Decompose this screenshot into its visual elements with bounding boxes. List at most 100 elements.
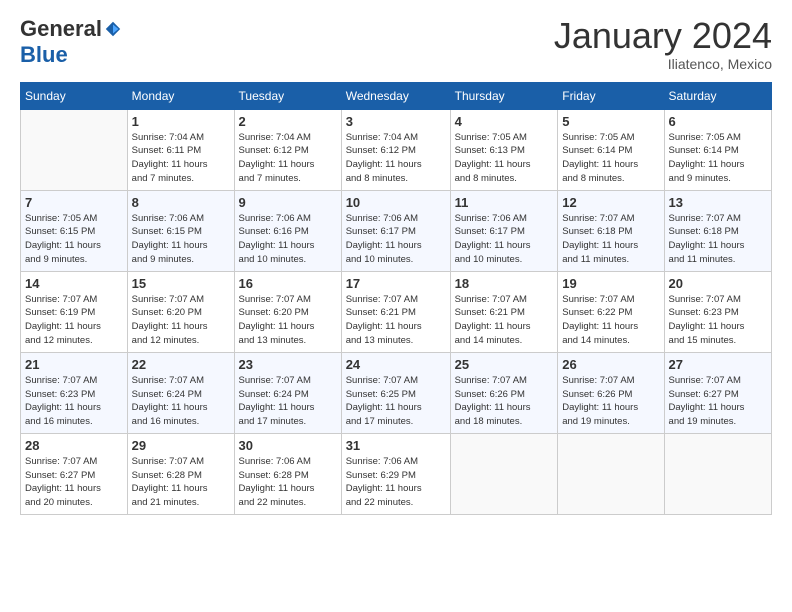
week-row-0: 1 Sunrise: 7:04 AM Sunset: 6:11 PM Daylig… — [21, 109, 772, 190]
day-info: Sunrise: 7:07 AM Sunset: 6:20 PM Dayligh… — [132, 293, 230, 348]
day-number: 28 — [25, 438, 123, 453]
day-info: Sunrise: 7:07 AM Sunset: 6:19 PM Dayligh… — [25, 293, 123, 348]
day-number: 4 — [455, 114, 554, 129]
day-info: Sunrise: 7:06 AM Sunset: 6:28 PM Dayligh… — [239, 455, 337, 510]
day-number: 8 — [132, 195, 230, 210]
day-cell: 4 Sunrise: 7:05 AM Sunset: 6:13 PM Daylig… — [450, 109, 558, 190]
day-info: Sunrise: 7:06 AM Sunset: 6:17 PM Dayligh… — [455, 212, 554, 267]
day-cell: 2 Sunrise: 7:04 AM Sunset: 6:12 PM Daylig… — [234, 109, 341, 190]
day-info: Sunrise: 7:04 AM Sunset: 6:12 PM Dayligh… — [239, 131, 337, 186]
day-info: Sunrise: 7:06 AM Sunset: 6:29 PM Dayligh… — [346, 455, 446, 510]
day-number: 2 — [239, 114, 337, 129]
day-number: 29 — [132, 438, 230, 453]
day-info: Sunrise: 7:07 AM Sunset: 6:23 PM Dayligh… — [669, 293, 767, 348]
day-cell: 27Sunrise: 7:07 AM Sunset: 6:27 PM Dayli… — [664, 352, 771, 433]
col-friday: Friday — [558, 82, 664, 109]
day-cell — [450, 433, 558, 514]
day-cell: 8 Sunrise: 7:06 AM Sunset: 6:15 PM Daylig… — [127, 190, 234, 271]
day-cell: 19 Sunrise: 7:07 AM Sunset: 6:22 PM Dayli… — [558, 271, 664, 352]
day-cell: 18 Sunrise: 7:07 AM Sunset: 6:21 PM Dayli… — [450, 271, 558, 352]
page: General Blue January 2024 Iliatenco, Mex… — [0, 0, 792, 525]
col-wednesday: Wednesday — [341, 82, 450, 109]
day-cell: 29 Sunrise: 7:07 AM Sunset: 6:28 PM Dayli… — [127, 433, 234, 514]
day-cell: 23Sunrise: 7:07 AM Sunset: 6:24 PM Dayli… — [234, 352, 341, 433]
day-cell: 28 Sunrise: 7:07 AM Sunset: 6:27 PM Dayli… — [21, 433, 128, 514]
day-cell — [558, 433, 664, 514]
day-number: 19 — [562, 276, 659, 291]
day-info: Sunrise: 7:04 AM Sunset: 6:11 PM Dayligh… — [132, 131, 230, 186]
day-cell: 7Sunrise: 7:05 AM Sunset: 6:15 PM Daylig… — [21, 190, 128, 271]
day-cell: 20 Sunrise: 7:07 AM Sunset: 6:23 PM Dayli… — [664, 271, 771, 352]
day-number: 17 — [346, 276, 446, 291]
day-info: Sunrise: 7:05 AM Sunset: 6:15 PM Dayligh… — [25, 212, 123, 267]
day-cell: 21 Sunrise: 7:07 AM Sunset: 6:23 PM Dayli… — [21, 352, 128, 433]
day-number: 24 — [346, 357, 446, 372]
day-info: Sunrise: 7:07 AM Sunset: 6:24 PM Dayligh… — [132, 374, 230, 429]
day-number: 12 — [562, 195, 659, 210]
week-row-4: 28 Sunrise: 7:07 AM Sunset: 6:27 PM Dayli… — [21, 433, 772, 514]
day-number: 20 — [669, 276, 767, 291]
day-number: 11 — [455, 195, 554, 210]
day-info: Sunrise: 7:07 AM Sunset: 6:22 PM Dayligh… — [562, 293, 659, 348]
header: General Blue January 2024 Iliatenco, Mex… — [20, 16, 772, 72]
day-cell — [664, 433, 771, 514]
day-cell: 11 Sunrise: 7:06 AM Sunset: 6:17 PM Dayli… — [450, 190, 558, 271]
day-info: Sunrise: 7:05 AM Sunset: 6:14 PM Dayligh… — [669, 131, 767, 186]
day-number: 21 — [25, 357, 123, 372]
day-info: Sunrise: 7:07 AM Sunset: 6:23 PM Dayligh… — [25, 374, 123, 429]
day-info: Sunrise: 7:07 AM Sunset: 6:28 PM Dayligh… — [132, 455, 230, 510]
day-number: 9 — [239, 195, 337, 210]
day-cell: 12Sunrise: 7:07 AM Sunset: 6:18 PM Dayli… — [558, 190, 664, 271]
col-monday: Monday — [127, 82, 234, 109]
day-number: 23 — [239, 357, 337, 372]
day-cell: 9Sunrise: 7:06 AM Sunset: 6:16 PM Daylig… — [234, 190, 341, 271]
day-cell — [21, 109, 128, 190]
day-info: Sunrise: 7:07 AM Sunset: 6:21 PM Dayligh… — [346, 293, 446, 348]
day-cell: 6 Sunrise: 7:05 AM Sunset: 6:14 PM Daylig… — [664, 109, 771, 190]
day-cell: 5Sunrise: 7:05 AM Sunset: 6:14 PM Daylig… — [558, 109, 664, 190]
header-row: SundayMondayTuesdayWednesdayThursdayFrid… — [21, 82, 772, 109]
day-cell: 17 Sunrise: 7:07 AM Sunset: 6:21 PM Dayli… — [341, 271, 450, 352]
day-cell: 30Sunrise: 7:06 AM Sunset: 6:28 PM Dayli… — [234, 433, 341, 514]
day-number: 16 — [239, 276, 337, 291]
day-cell: 13Sunrise: 7:07 AM Sunset: 6:18 PM Dayli… — [664, 190, 771, 271]
day-info: Sunrise: 7:07 AM Sunset: 6:21 PM Dayligh… — [455, 293, 554, 348]
day-number: 31 — [346, 438, 446, 453]
day-info: Sunrise: 7:05 AM Sunset: 6:13 PM Dayligh… — [455, 131, 554, 186]
day-info: Sunrise: 7:05 AM Sunset: 6:14 PM Dayligh… — [562, 131, 659, 186]
day-cell: 25 Sunrise: 7:07 AM Sunset: 6:26 PM Dayli… — [450, 352, 558, 433]
day-cell: 24Sunrise: 7:07 AM Sunset: 6:25 PM Dayli… — [341, 352, 450, 433]
day-cell: 16Sunrise: 7:07 AM Sunset: 6:20 PM Dayli… — [234, 271, 341, 352]
day-number: 6 — [669, 114, 767, 129]
day-number: 1 — [132, 114, 230, 129]
title-area: January 2024 Iliatenco, Mexico — [554, 16, 772, 72]
day-number: 10 — [346, 195, 446, 210]
location: Iliatenco, Mexico — [554, 56, 772, 72]
week-row-3: 21 Sunrise: 7:07 AM Sunset: 6:23 PM Dayli… — [21, 352, 772, 433]
logo-blue-text: Blue — [20, 42, 68, 68]
day-info: Sunrise: 7:07 AM Sunset: 6:27 PM Dayligh… — [25, 455, 123, 510]
day-cell: 31 Sunrise: 7:06 AM Sunset: 6:29 PM Dayli… — [341, 433, 450, 514]
week-row-2: 14 Sunrise: 7:07 AM Sunset: 6:19 PM Dayli… — [21, 271, 772, 352]
day-number: 14 — [25, 276, 123, 291]
col-tuesday: Tuesday — [234, 82, 341, 109]
day-cell: 15 Sunrise: 7:07 AM Sunset: 6:20 PM Dayli… — [127, 271, 234, 352]
day-cell: 10 Sunrise: 7:06 AM Sunset: 6:17 PM Dayli… — [341, 190, 450, 271]
day-cell: 26Sunrise: 7:07 AM Sunset: 6:26 PM Dayli… — [558, 352, 664, 433]
day-number: 18 — [455, 276, 554, 291]
logo-general: General — [20, 16, 102, 42]
day-number: 22 — [132, 357, 230, 372]
day-number: 27 — [669, 357, 767, 372]
day-info: Sunrise: 7:07 AM Sunset: 6:26 PM Dayligh… — [455, 374, 554, 429]
day-number: 25 — [455, 357, 554, 372]
day-number: 26 — [562, 357, 659, 372]
day-number: 15 — [132, 276, 230, 291]
day-info: Sunrise: 7:06 AM Sunset: 6:15 PM Dayligh… — [132, 212, 230, 267]
day-cell: 14 Sunrise: 7:07 AM Sunset: 6:19 PM Dayli… — [21, 271, 128, 352]
col-thursday: Thursday — [450, 82, 558, 109]
day-cell: 22 Sunrise: 7:07 AM Sunset: 6:24 PM Dayli… — [127, 352, 234, 433]
logo-text: General — [20, 16, 122, 42]
day-cell: 3Sunrise: 7:04 AM Sunset: 6:12 PM Daylig… — [341, 109, 450, 190]
day-info: Sunrise: 7:06 AM Sunset: 6:17 PM Dayligh… — [346, 212, 446, 267]
day-info: Sunrise: 7:07 AM Sunset: 6:18 PM Dayligh… — [669, 212, 767, 267]
